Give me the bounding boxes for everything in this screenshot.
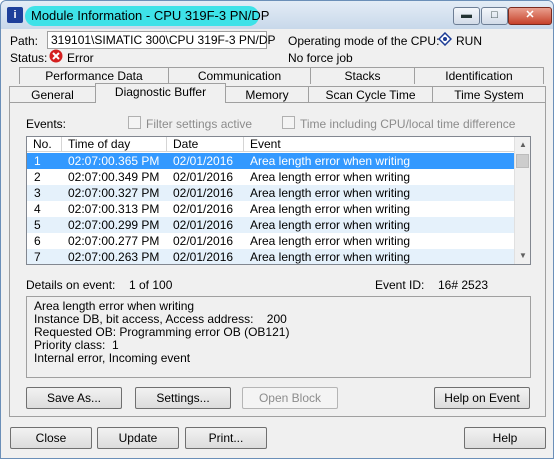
title-bar: i Module Information - CPU 319F-3 PN/DP … xyxy=(1,1,553,29)
tab-memory[interactable]: Memory xyxy=(225,86,309,103)
tab-performance-data[interactable]: Performance Data xyxy=(19,67,169,84)
event-no: 7 xyxy=(34,250,41,264)
events-label: Events: xyxy=(26,117,67,131)
force-job-text: No force job xyxy=(288,51,353,65)
maximize-button[interactable]: □ xyxy=(481,7,508,25)
event-date: 02/01/2016 xyxy=(173,202,234,216)
settings-button[interactable]: Settings... xyxy=(135,387,231,409)
column-header-no[interactable]: No. xyxy=(27,137,62,152)
tab-identification[interactable]: Identification xyxy=(414,67,544,84)
event-date: 02/01/2016 xyxy=(173,218,234,232)
status-value: Error xyxy=(67,51,94,65)
event-details-box: Area length error when writing Instance … xyxy=(26,296,531,378)
event-row[interactable]: 7 02:07:00.263 PM 02/01/2016 Area length… xyxy=(27,249,515,264)
event-time: 02:07:00.327 PM xyxy=(68,186,160,200)
error-icon xyxy=(49,49,63,66)
event-time: 02:07:00.349 PM xyxy=(68,170,160,184)
event-text: Area length error when writing xyxy=(250,186,411,200)
tab-stacks[interactable]: Stacks xyxy=(310,67,415,84)
run-mode-icon xyxy=(437,31,453,49)
event-time: 02:07:00.277 PM xyxy=(68,234,160,248)
tab-scan-cycle-time[interactable]: Scan Cycle Time xyxy=(308,86,433,103)
module-information-window: i Module Information - CPU 319F-3 PN/DP … xyxy=(0,0,554,459)
scroll-down-button[interactable]: ▼ xyxy=(515,248,530,264)
scroll-thumb[interactable] xyxy=(516,154,529,168)
path-label: Path: xyxy=(10,34,39,48)
event-no: 5 xyxy=(34,218,41,232)
event-date: 02/01/2016 xyxy=(173,234,234,248)
event-text: Area length error when writing xyxy=(250,218,411,232)
tab-diagnostic-buffer[interactable]: Diagnostic Buffer xyxy=(95,83,226,103)
details-count: 1 of 100 xyxy=(129,278,173,292)
column-header-time[interactable]: Time of day xyxy=(62,137,167,152)
status-label: Status: xyxy=(10,51,48,65)
event-row[interactable]: 2 02:07:00.349 PM 02/01/2016 Area length… xyxy=(27,169,515,185)
time-including-checkbox[interactable] xyxy=(282,116,295,129)
filter-settings-label: Filter settings active xyxy=(146,117,253,131)
events-list-header: No. Time of day Date Event xyxy=(27,137,515,152)
scroll-up-button[interactable]: ▲ xyxy=(515,137,530,153)
minimize-button[interactable]: ▬ xyxy=(453,7,480,25)
event-text: Area length error when writing xyxy=(250,170,411,184)
event-id-label: Event ID: xyxy=(375,278,425,292)
close-window-button[interactable]: ✕ xyxy=(508,7,552,25)
tab-general[interactable]: General xyxy=(9,86,96,103)
maximize-icon: □ xyxy=(491,9,498,21)
event-row[interactable]: 3 02:07:00.327 PM 02/01/2016 Area length… xyxy=(27,185,515,201)
tab-time-system[interactable]: Time System xyxy=(432,86,546,103)
help-on-event-button[interactable]: Help on Event xyxy=(434,387,530,409)
save-as-button[interactable]: Save As... xyxy=(26,387,122,409)
operating-mode-label: Operating mode of the CPU: xyxy=(288,34,440,48)
chevron-down-icon: ▼ xyxy=(519,251,527,260)
event-date: 02/01/2016 xyxy=(173,250,234,264)
operating-mode-value: RUN xyxy=(456,34,482,48)
event-no: 3 xyxy=(34,186,41,200)
print-button[interactable]: Print... xyxy=(185,427,267,449)
open-block-button[interactable]: Open Block xyxy=(242,387,338,409)
time-including-label: Time including CPU/local time difference xyxy=(300,117,516,131)
event-text: Area length error when writing xyxy=(250,202,411,216)
close-icon: ✕ xyxy=(525,9,535,21)
event-time: 02:07:00.263 PM xyxy=(68,250,160,264)
event-no: 1 xyxy=(34,154,41,168)
tab-communication[interactable]: Communication xyxy=(168,67,311,84)
details-label: Details on event: xyxy=(26,278,116,292)
minimize-icon: ▬ xyxy=(461,9,472,21)
app-icon: i xyxy=(7,7,23,23)
event-time: 02:07:00.299 PM xyxy=(68,218,160,232)
event-time: 02:07:00.365 PM xyxy=(68,154,160,168)
detail-line: Internal error, Incoming event xyxy=(34,351,191,365)
event-no: 4 xyxy=(34,202,41,216)
event-row[interactable]: 4 02:07:00.313 PM 02/01/2016 Area length… xyxy=(27,201,515,217)
chevron-up-icon: ▲ xyxy=(519,140,527,149)
help-button[interactable]: Help xyxy=(464,427,546,449)
events-list[interactable]: No. Time of day Date Event 1 02:07:00.36… xyxy=(26,136,531,265)
event-no: 2 xyxy=(34,170,41,184)
event-row[interactable]: 1 02:07:00.365 PM 02/01/2016 Area length… xyxy=(27,153,515,169)
path-field: 319101\SIMATIC 300\CPU 319F-3 PN/DP xyxy=(47,31,276,49)
event-text: Area length error when writing xyxy=(250,250,411,264)
event-row[interactable]: 5 02:07:00.299 PM 02/01/2016 Area length… xyxy=(27,217,515,233)
event-text: Area length error when writing xyxy=(250,154,411,168)
event-time: 02:07:00.313 PM xyxy=(68,202,160,216)
event-row[interactable]: 6 02:07:00.277 PM 02/01/2016 Area length… xyxy=(27,233,515,249)
event-date: 02/01/2016 xyxy=(173,154,234,168)
events-scrollbar[interactable]: ▲ ▼ xyxy=(514,137,530,264)
column-header-date[interactable]: Date xyxy=(167,137,244,152)
update-button[interactable]: Update xyxy=(97,427,179,449)
event-id-value: 16# 2523 xyxy=(438,278,489,292)
window-title: Module Information - CPU 319F-3 PN/DP xyxy=(25,6,269,26)
filter-settings-checkbox[interactable] xyxy=(128,116,141,129)
event-date: 02/01/2016 xyxy=(173,170,234,184)
event-no: 6 xyxy=(34,234,41,248)
close-button[interactable]: Close xyxy=(10,427,92,449)
column-header-event[interactable]: Event xyxy=(244,137,515,152)
event-text: Area length error when writing xyxy=(250,234,411,248)
event-date: 02/01/2016 xyxy=(173,186,234,200)
